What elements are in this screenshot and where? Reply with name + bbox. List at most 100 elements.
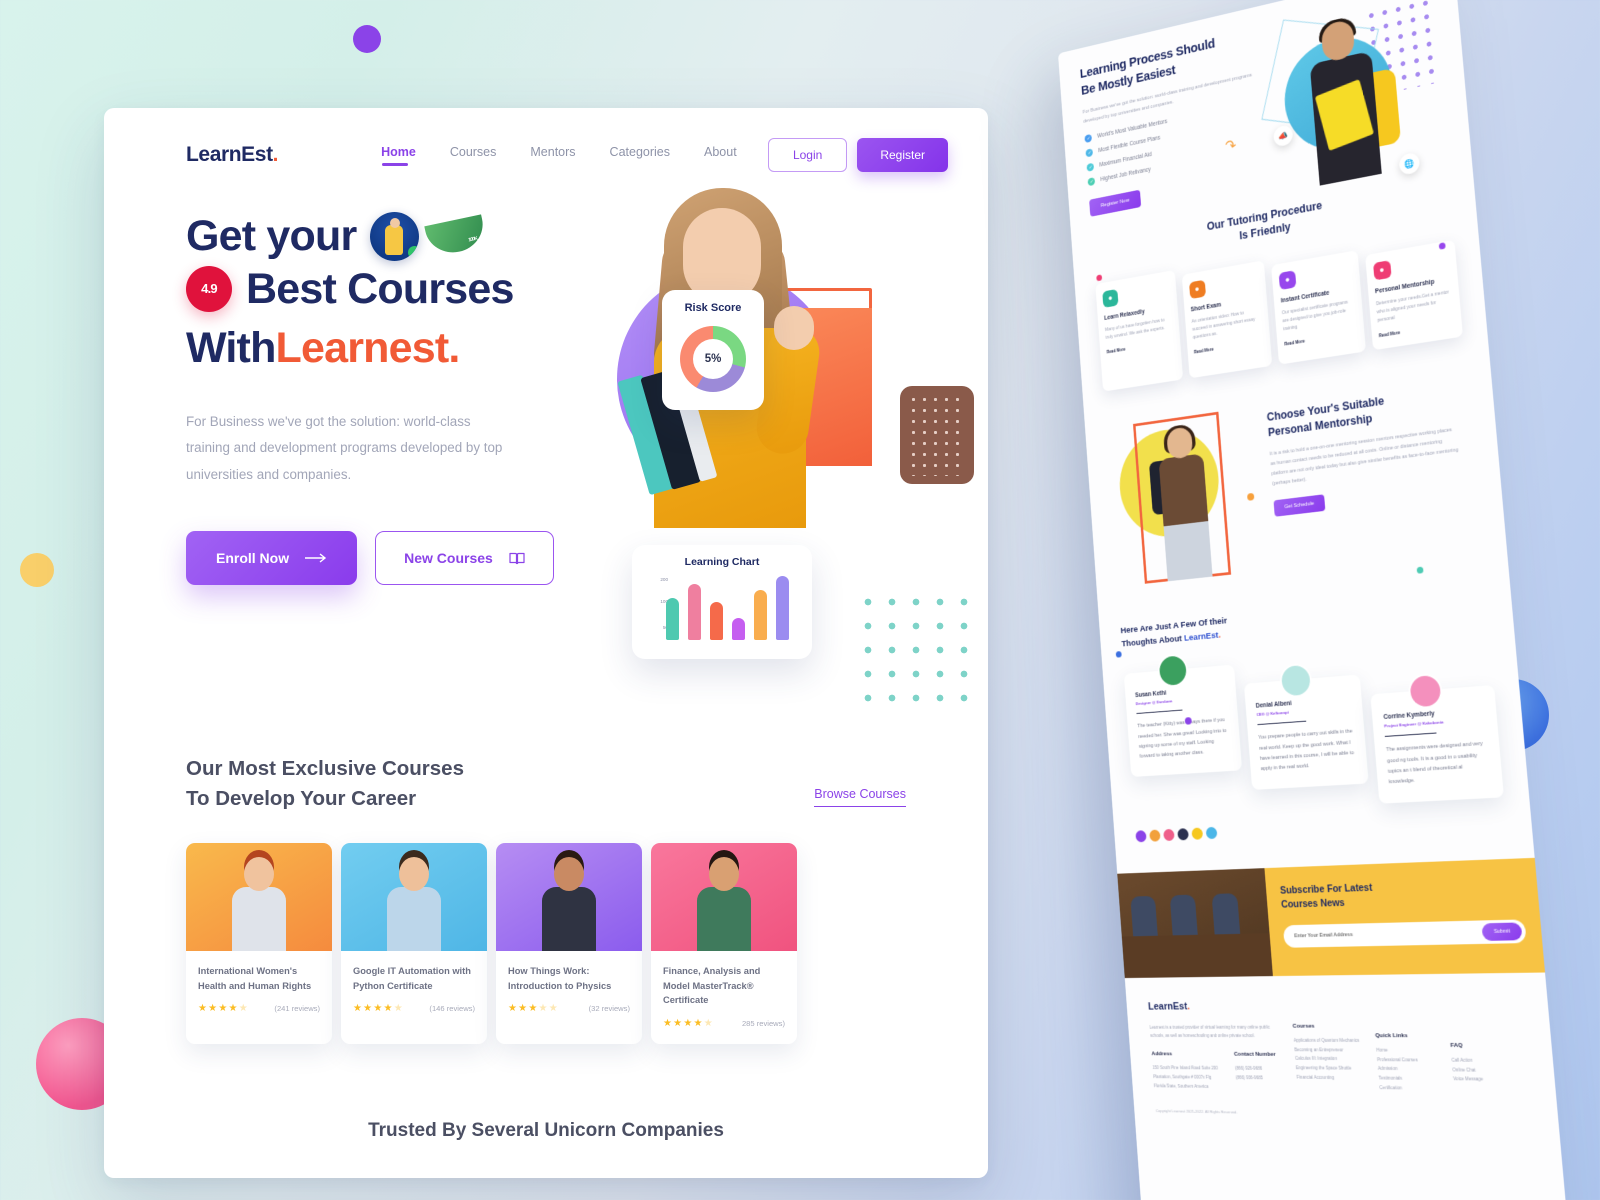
course-review-count: 285 reviews) <box>741 1018 785 1028</box>
footer-link[interactable]: Home <box>1376 1046 1434 1056</box>
chart-bars <box>666 576 798 640</box>
footer-address-line: Plantation, Southgate # 0007x Flg <box>1153 1074 1212 1080</box>
nav-item-courses[interactable]: Courses <box>450 145 497 166</box>
top <box>1158 453 1209 531</box>
footer-link[interactable]: Testimonials <box>1378 1074 1436 1084</box>
read-more-link[interactable]: Read More <box>1284 331 1357 347</box>
desk <box>1121 932 1273 979</box>
footer-link[interactable]: Applications of Quantum Mechanics <box>1293 1036 1360 1045</box>
decor-circle-yellow-left <box>20 553 54 587</box>
footer-copyright: Copyright Learnest 2021-2022. All Rights… <box>1155 1108 1238 1115</box>
procedure-card[interactable]: ● Short Exam An orientation video: How to … <box>1181 259 1273 379</box>
footer-logo[interactable]: LearnEst. <box>1147 999 1523 1013</box>
risk-donut-chart: 5% <box>680 326 746 392</box>
clock-icon: ● <box>1188 279 1206 299</box>
avatar-thumb[interactable] <box>1163 828 1175 842</box>
avatar-thumb[interactable] <box>1177 828 1189 841</box>
mentorship-student-photo <box>1148 423 1221 582</box>
preview-hero-illustration: 📣 🌐 <box>1249 0 1440 195</box>
course-card[interactable]: How Things Work: Introduction to Physics… <box>496 843 642 1044</box>
subscribe-heading-line1: Subscribe For Latest <box>1279 883 1373 897</box>
student-2 <box>1169 894 1198 936</box>
procedure-card-desc: Determine your needs.Get a mentor who is… <box>1375 289 1450 324</box>
enroll-label: Enroll Now <box>216 550 290 567</box>
head <box>554 857 584 892</box>
avatar-thumb[interactable] <box>1135 830 1147 843</box>
new-courses-label: New Courses <box>404 550 493 567</box>
preview-subscribe-section: Subscribe For Latest Courses News Submit <box>1117 857 1546 979</box>
footer-link[interactable]: Becoming an Entrepreneur <box>1294 1045 1360 1054</box>
check-circle-icon: ✓ <box>1085 148 1094 158</box>
footer-logo-text: LearnEst <box>1147 1001 1188 1013</box>
preview-student-photo <box>1295 11 1402 188</box>
email-input[interactable] <box>1294 929 1483 940</box>
footer-link[interactable]: Professional Courses <box>1377 1055 1435 1065</box>
star-rating-icon: ★★★★★ <box>508 1003 559 1015</box>
star-rating-icon: ★★★★★ <box>353 1003 404 1015</box>
course-thumbnail <box>651 843 797 952</box>
submit-button[interactable]: Submit <box>1481 922 1523 942</box>
courses-header: Our Most Exclusive Courses To Develop Yo… <box>186 754 906 813</box>
enroll-now-button[interactable]: Enroll Now <box>186 531 358 586</box>
preview-register-now-button[interactable]: Register Now <box>1089 189 1142 218</box>
course-card-list: International Women's Health and Human R… <box>186 843 906 1044</box>
logo[interactable]: LearnEst. <box>186 143 279 167</box>
footer-link[interactable]: Engineering the Space Shuttle <box>1296 1063 1362 1073</box>
testimonial-avatar-strip[interactable] <box>1135 813 1506 843</box>
footer-link[interactable]: Financial Accounting <box>1296 1073 1362 1083</box>
risk-score-card: Risk Score 5% <box>662 290 764 410</box>
course-card[interactable]: Finance, Analysis and Model MasterTrack®… <box>651 843 797 1044</box>
course-rating: ★★★★★ 285 reviews) <box>663 1018 785 1029</box>
footer-column: Quick Links Home Professional Courses Admis… <box>1375 1032 1438 1094</box>
decor-dot-teal <box>1416 566 1424 574</box>
course-rating: ★★★★★ (32 reviews) <box>508 1003 630 1014</box>
procedure-card[interactable]: ● Learn Relaxedly Many of us have forgotte… <box>1095 269 1183 392</box>
footer-column: FAQ Call Action Online Chat Voice Message <box>1450 1042 1514 1095</box>
courses-heading-line2: To Develop Your Career <box>186 786 417 810</box>
courses-heading-line1: Our Most Exclusive Courses <box>186 757 464 780</box>
subscribe-heading-line2: Courses News <box>1280 898 1346 911</box>
avatar-thumb[interactable] <box>1149 829 1161 842</box>
read-more-link[interactable]: Read More <box>1194 339 1264 355</box>
chat-icon: ● <box>1372 259 1392 281</box>
footer-link-columns: Courses Applications of Quantum Mechanics… <box>1292 1022 1514 1095</box>
hero-line-2: Best Courses <box>246 264 514 313</box>
avatar <box>1156 653 1189 689</box>
browse-courses-link[interactable]: Browse Courses <box>814 787 906 808</box>
footer-link[interactable]: Voice Message <box>1453 1075 1513 1085</box>
procedure-card-desc: An orientation video: How to succeed in … <box>1191 310 1256 341</box>
jeans <box>1163 521 1213 582</box>
full-page-preview: Learning Process Should Be Mostly Easies… <box>1057 0 1594 1200</box>
avatar-thumb[interactable] <box>1191 827 1204 840</box>
footer-address-lines: 150 South Pine Island Road Suite 200 Plan… <box>1152 1064 1219 1091</box>
footer-link[interactable]: Certification <box>1379 1083 1437 1093</box>
avatar <box>1278 662 1313 699</box>
footer-about-col: Learnest is a trusted provider of virtua… <box>1149 1023 1282 1092</box>
footer-link[interactable]: Calculus III: Integration <box>1295 1054 1361 1064</box>
footer-address-line: Florida State, Southern America <box>1153 1083 1209 1089</box>
course-card[interactable]: Google IT Automation with Python Certifi… <box>341 843 487 1044</box>
get-schedule-button[interactable]: Get Schedule <box>1273 493 1326 517</box>
testimonial-card: Denial Albeni CEO @ Kelkonapi You prepare … <box>1243 662 1369 791</box>
read-more-link[interactable]: Read More <box>1107 339 1174 354</box>
procedure-card[interactable]: ● Instant Certificate Our specialist certi… <box>1271 249 1366 365</box>
read-more-link[interactable]: Read More <box>1379 322 1455 339</box>
footer-column-title: FAQ <box>1450 1042 1463 1049</box>
avatar-thumb[interactable] <box>1205 826 1218 840</box>
head <box>709 857 739 892</box>
desktop-landing-page: LearnEst. Home Courses Mentors Categorie… <box>104 108 988 1178</box>
hero-rating-badge: 4.9 <box>186 266 232 313</box>
footer-link[interactable]: Online Chat <box>1452 1065 1512 1075</box>
testimonial-card: Susan Kethi Designer @ Dumbara The teacher… <box>1123 653 1242 778</box>
testimonial-quote: The assignments were designed and very g… <box>1386 741 1484 786</box>
course-card[interactable]: International Women's Health and Human R… <box>186 843 332 1044</box>
student-3 <box>1211 892 1241 935</box>
subscribe-heading: Subscribe For Latest Courses News <box>1280 876 1524 912</box>
leaf-badge-label: 100K <box>468 236 479 244</box>
nav-item-home[interactable]: Home <box>381 145 416 166</box>
course-student-photo <box>536 857 602 952</box>
procedure-card[interactable]: ● Personal Mentorship Determine your needs… <box>1364 239 1464 351</box>
head <box>399 857 429 892</box>
footer-link[interactable]: Admission <box>1378 1064 1436 1074</box>
footer-link[interactable]: Call Action <box>1451 1056 1511 1066</box>
